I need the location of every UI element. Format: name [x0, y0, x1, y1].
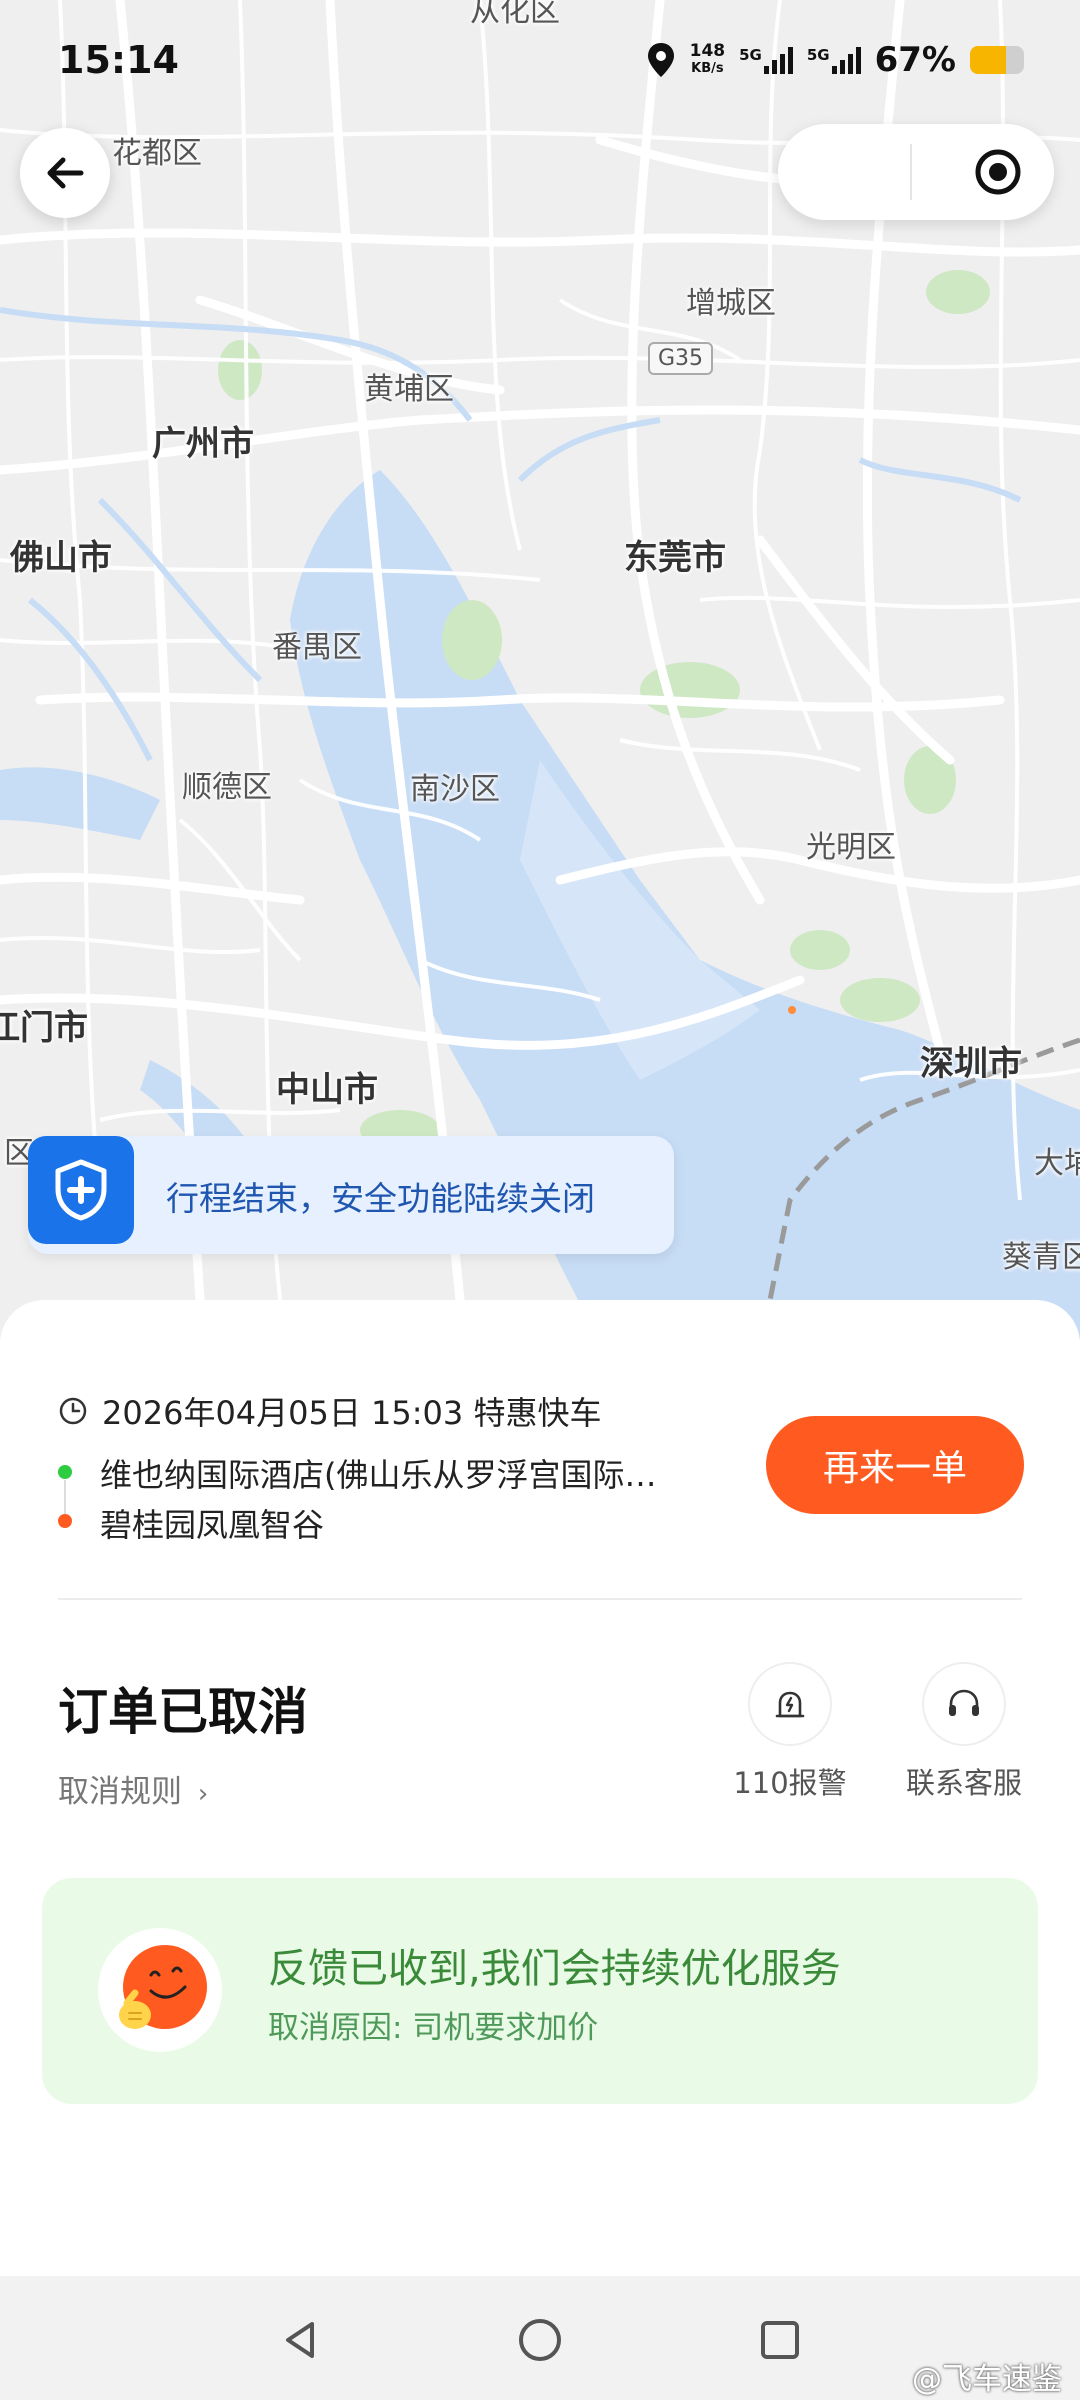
signal-bars-icon: [763, 46, 793, 74]
alarm-siren-icon: [775, 1691, 805, 1718]
origin-dot: [58, 1465, 72, 1479]
sim1-label: 5G: [739, 46, 762, 64]
map-label-da: 大埔: [1034, 1146, 1080, 1181]
clock-icon: [59, 1397, 87, 1425]
headset-circle: [922, 1662, 1006, 1746]
status-time: 15:14: [58, 38, 179, 82]
police-110-label: 110报警: [733, 1766, 847, 1800]
signal-sim2: 5G: [807, 46, 861, 74]
map-label-huadu: 花都区: [112, 136, 202, 171]
watermark: @飞车速鉴: [912, 2362, 1062, 2397]
order-status-title: 订单已取消: [58, 1683, 308, 1741]
map-label-dongguan: 东莞市: [624, 538, 726, 578]
battery-icon: [970, 46, 1024, 74]
destination-address: 碧桂园凤凰智谷: [100, 1506, 325, 1544]
customer-service-label: 联系客服: [905, 1766, 1022, 1800]
map-label-guangming: 光明区: [806, 830, 896, 865]
battery-percent: 67%: [874, 40, 956, 80]
safety-banner-text: 行程结束，安全功能陆续关闭: [166, 1179, 595, 1218]
feedback-title: 反馈已收到,我们会持续优化服务: [268, 1946, 841, 1992]
police-110-button[interactable]: 110报警: [720, 1662, 860, 1802]
order-sheet: 2026年04月05日 15:03 特惠快车 维也纳国际酒店(佛山乐从罗浮宫国际…: [0, 1300, 1080, 2275]
map-label-g35: G35: [648, 342, 714, 375]
chevron-right-icon: ›: [197, 1779, 209, 1809]
battery-fill: [970, 46, 1007, 74]
sim2-label: 5G: [806, 46, 830, 64]
safety-banner[interactable]: 行程结束，安全功能陆续关闭: [28, 1136, 674, 1254]
trip-datetime-service: 2026年04月05日 15:03 特惠快车: [102, 1394, 602, 1432]
destination-dot: [58, 1514, 72, 1528]
customer-service-button[interactable]: 联系客服: [894, 1662, 1034, 1802]
alarm-siren-circle: [748, 1662, 832, 1746]
cancel-rules-link[interactable]: 取消规则 ›: [58, 1766, 208, 1811]
headset-icon: [949, 1689, 979, 1716]
map-label-zhongshan: 中山市: [276, 1070, 378, 1110]
back-button[interactable]: [20, 128, 110, 218]
status-icons: 148 KB/s 5G 5G 67%: [646, 40, 1024, 80]
map-label-shenzhen: 深圳市: [920, 1044, 1022, 1084]
net-speed: 148 KB/s: [690, 42, 726, 78]
triangle-back-icon[interactable]: [276, 2316, 324, 2364]
map-controls-pill: [778, 124, 1054, 220]
trip-time-row: 2026年04月05日 15:03 特惠快车: [58, 1388, 601, 1434]
locate-target-icon[interactable]: [974, 148, 1022, 196]
map-label-shunde: 顺德区: [182, 770, 272, 805]
signal-sim1: 5G: [739, 46, 793, 74]
circle-home-icon[interactable]: [516, 2316, 564, 2364]
net-speed-unit: KB/s: [691, 61, 724, 76]
feedback-card: 反馈已收到,我们会持续优化服务 取消原因: 司机要求加价: [42, 1878, 1038, 2104]
map-label-guangzhou: 广州市: [152, 424, 254, 464]
map-label-foshan: 佛山市: [10, 538, 112, 578]
map-label-zengcheng: 增城区: [686, 286, 776, 321]
reorder-button[interactable]: 再来一单: [766, 1416, 1024, 1514]
square-recents-icon[interactable]: [756, 2316, 804, 2364]
shield-plus-icon: [55, 1159, 107, 1221]
mascot-avatar: [98, 1928, 222, 2052]
smiley-mascot-icon: [119, 1945, 207, 2029]
section-divider: [58, 1598, 1022, 1600]
cancel-reason: 取消原因: 司机要求加价: [268, 2010, 599, 2046]
cancel-rules-label: 取消规则: [58, 1774, 182, 1810]
map-label-panyu: 番禺区: [272, 630, 362, 665]
map-label-huangpu: 黄埔区: [364, 372, 454, 407]
location-pin-icon: [647, 43, 674, 77]
route-connector: [64, 1480, 66, 1514]
signal-bars-icon: [831, 46, 861, 74]
shield-box: [28, 1136, 134, 1244]
net-speed-value: 148: [689, 41, 726, 61]
map-label-jiangmen: 江门市: [0, 1008, 88, 1048]
pill-divider: [910, 144, 912, 200]
origin-address: 维也纳国际酒店(佛山乐从罗浮宫国际…: [100, 1456, 657, 1494]
map-label-nansha: 南沙区: [410, 772, 500, 807]
status-bar: 15:14 148 KB/s 5G 5G 67%: [0, 0, 1080, 120]
arrow-left-icon: [47, 157, 84, 189]
map-label-kuiqing: 葵青区: [1002, 1240, 1080, 1275]
